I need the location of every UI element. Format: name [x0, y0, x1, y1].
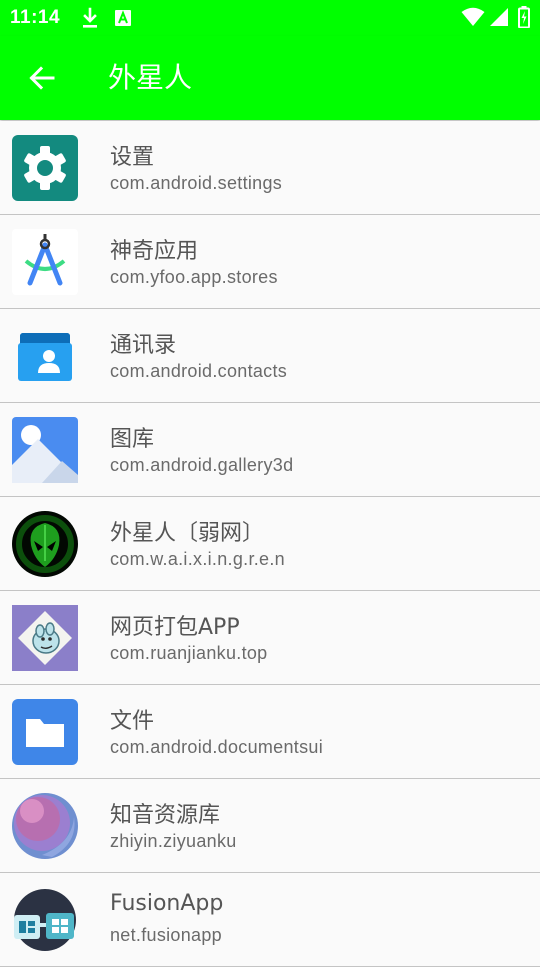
app-name: 通讯录: [110, 333, 177, 358]
status-bar: 11:14: [0, 0, 540, 36]
list-item-zhiyin[interactable]: 知音资源库 zhiyin.ziyuanku: [0, 779, 540, 873]
app-name: 设置: [110, 145, 155, 170]
wifi-icon: [461, 7, 485, 26]
list-item-alien[interactable]: 外星人〔弱网〕 com.w.a.i.x.i.n.g.r.e.n: [0, 497, 540, 591]
list-item-fusionapp[interactable]: FusionApp net.fusionapp: [0, 873, 540, 967]
list-item-gallery[interactable]: 图库 com.android.gallery3d: [0, 403, 540, 497]
alien-icon: [12, 511, 78, 577]
app-name: 文件: [110, 709, 155, 734]
list-item-contacts[interactable]: 通讯录 com.android.contacts: [0, 309, 540, 403]
app-name: 知音资源库: [110, 803, 221, 828]
app-package: net.fusionapp: [110, 925, 222, 945]
list-item-documents[interactable]: 文件 com.android.documentsui: [0, 685, 540, 779]
app-package: com.android.contacts: [110, 361, 288, 381]
download-icon: [83, 7, 97, 28]
app-package: com.android.gallery3d: [110, 455, 294, 475]
list-item-yfoo-stores[interactable]: 神奇应用 com.yfoo.app.stores: [0, 215, 540, 309]
app-package: com.android.documentsui: [110, 737, 324, 757]
android-studio-icon: [12, 229, 78, 295]
fusionapp-icon: [12, 887, 78, 953]
battery-charging-icon: [518, 6, 530, 28]
settings-gear-icon: [12, 135, 78, 201]
text-a-icon: [115, 10, 131, 26]
contacts-icon: [12, 323, 78, 389]
list-item-ruanjianku[interactable]: 网页打包APP com.ruanjianku.top: [0, 591, 540, 685]
folder-icon: [12, 699, 78, 765]
gallery-icon: [12, 417, 78, 483]
app-toolbar: 外星人: [0, 36, 540, 120]
back-button[interactable]: [22, 56, 62, 100]
moomin-icon: [12, 605, 78, 671]
list-item-settings[interactable]: 设置 com.android.settings: [0, 121, 540, 215]
planet-icon: [12, 793, 78, 859]
arrow-back-icon: [29, 66, 55, 90]
app-package: com.w.a.i.x.i.n.g.r.e.n: [110, 549, 285, 569]
app-package: com.yfoo.app.stores: [110, 267, 278, 287]
app-package: com.ruanjianku.top: [110, 643, 268, 663]
app-name: 外星人〔弱网〕: [110, 521, 265, 546]
app-list: 设置 com.android.settings 神奇应用 com.yfoo.ap…: [0, 121, 540, 967]
app-package: zhiyin.ziyuanku: [110, 831, 237, 851]
app-package: com.android.settings: [110, 173, 283, 193]
app-name: FusionApp: [110, 891, 224, 916]
app-name: 神奇应用: [110, 239, 199, 264]
signal-icon: [490, 8, 508, 26]
app-name: 网页打包APP: [110, 615, 240, 640]
status-time: 11:14: [10, 7, 61, 28]
page-title: 外星人: [108, 61, 193, 94]
app-name: 图库: [110, 427, 155, 452]
